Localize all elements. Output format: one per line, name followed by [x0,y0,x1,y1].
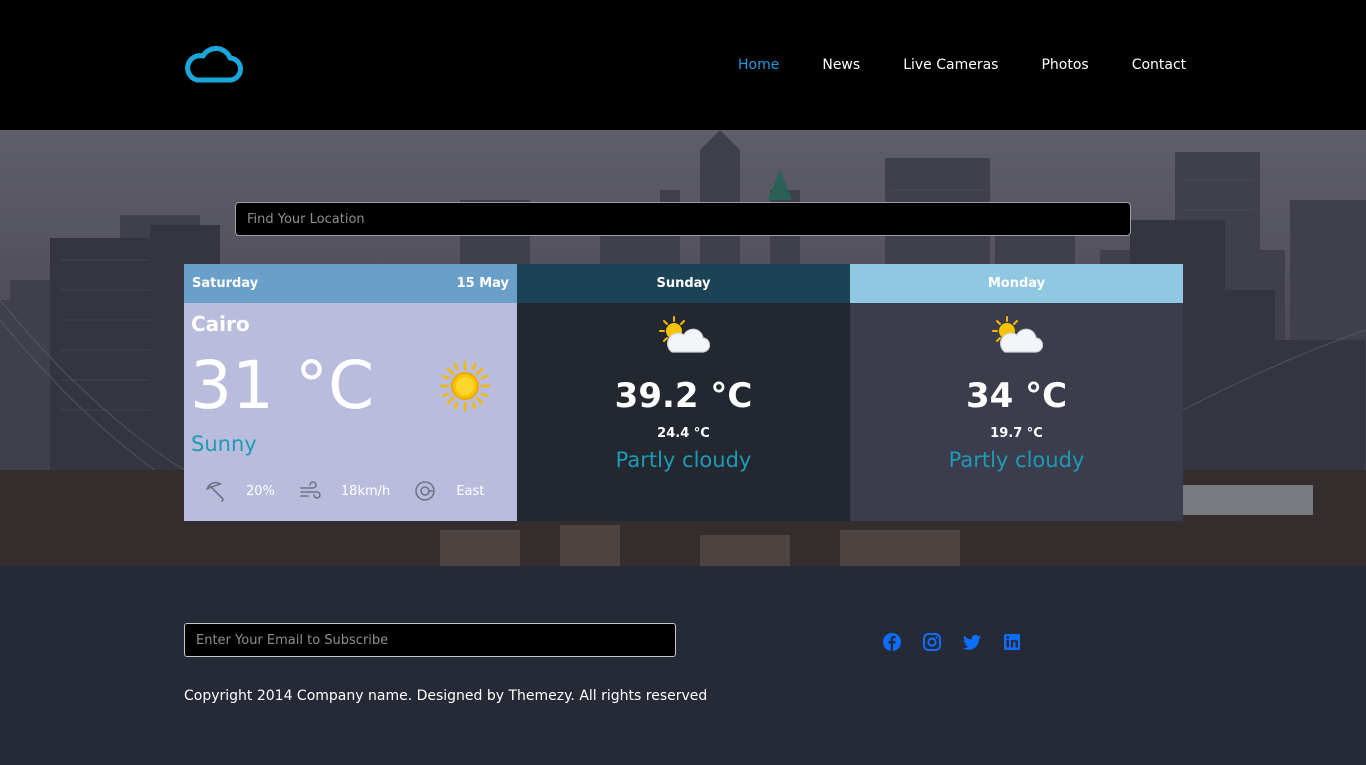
forecast-condition: Partly cloudy [948,448,1085,472]
forecast-min-temp: 19.7 °C [990,426,1043,441]
copyright-text: Copyright 2014 Company name. Designed by… [184,688,708,704]
site-footer: Copyright 2014 Company name. Designed by… [0,566,1366,765]
social-links [882,632,1042,652]
forecast-day: Sunday [517,264,850,303]
location-search-input[interactable] [235,202,1131,236]
forecast-day: Monday [850,264,1183,303]
nav-home[interactable]: Home [738,56,779,74]
forecast-card-sunday: Sunday 39.2 °C 24.4 °C Partly cloudy [517,264,850,521]
forecast-cards: Saturday 15 May Cairo 31 °C Sunny 20% 18… [184,264,1183,521]
today-date: 15 May [456,276,509,291]
main-nav: Home News Live Cameras Photos Contact [738,56,1186,74]
forecast-max-temp: 34 °C [965,376,1068,416]
twitter-icon[interactable] [962,632,982,652]
rain-chance: 20% [246,483,275,499]
forecast-card-monday: Monday 34 °C 19.7 °C Partly cloudy [850,264,1183,521]
umbrella-icon [205,481,224,502]
current-condition: Sunny [191,432,257,456]
wind-direction: East [456,483,485,499]
linkedin-icon[interactable] [1002,632,1022,652]
hero-section: Saturday 15 May Cairo 31 °C S [0,130,1366,566]
compass-icon [415,481,436,501]
city-name: Cairo [191,312,250,336]
nav-contact[interactable]: Contact [1132,56,1186,74]
nav-photos[interactable]: Photos [1041,56,1088,74]
current-temperature: 31 °C [190,347,375,424]
forecast-condition: Partly cloudy [615,448,752,472]
today-day: Saturday [192,276,259,291]
forecast-min-temp: 24.4 °C [657,426,710,441]
today-card: Saturday 15 May Cairo 31 °C Sunny 20% 18… [184,264,517,521]
facebook-icon[interactable] [882,632,902,652]
site-header: Home News Live Cameras Photos Contact [0,0,1366,130]
email-subscribe-input[interactable] [184,623,676,657]
nav-live-cameras[interactable]: Live Cameras [903,56,998,74]
partly-cloudy-icon [659,316,710,353]
today-card-header: Saturday 15 May [184,264,517,303]
weather-stats: 20% 18km/h East [204,480,508,502]
cloud-logo-icon[interactable] [183,46,243,84]
wind-speed: 18km/h [340,483,391,499]
sun-icon [439,360,491,412]
instagram-icon[interactable] [922,632,942,652]
partly-cloudy-icon [992,316,1043,353]
wind-icon [300,481,321,499]
forecast-max-temp: 39.2 °C [614,376,753,416]
nav-news[interactable]: News [822,56,860,74]
